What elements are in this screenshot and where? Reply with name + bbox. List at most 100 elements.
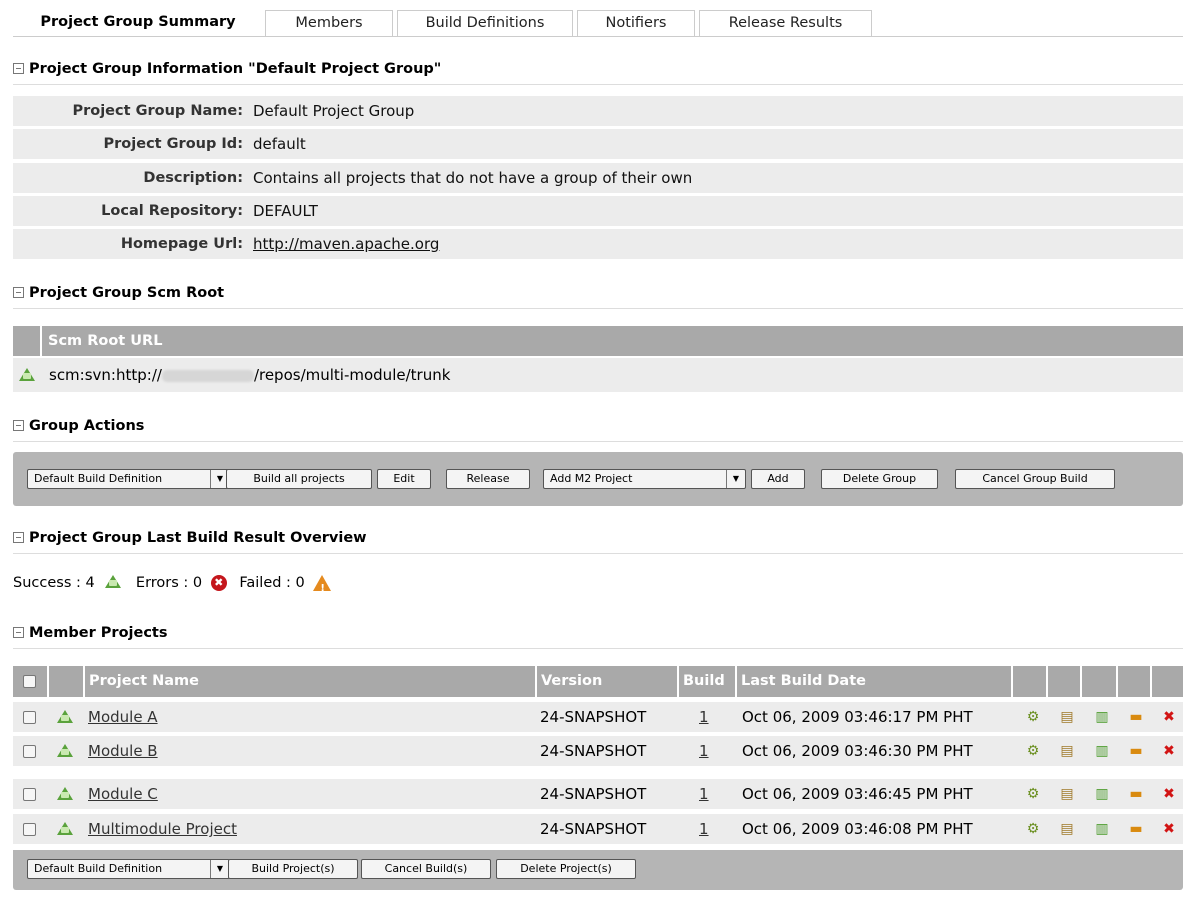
- project-name-link[interactable]: Module C: [88, 779, 158, 809]
- scm-url-suffix: /repos/multi-module/trunk: [253, 366, 451, 384]
- version-cell: 24-SNAPSHOT: [540, 708, 647, 726]
- build-number-link[interactable]: 1: [699, 736, 709, 766]
- collapse-icon[interactable]: [13, 63, 24, 74]
- select-all-checkbox[interactable]: [23, 675, 36, 688]
- error-icon: ✖: [210, 575, 227, 591]
- header-select-cell: [13, 666, 47, 697]
- row-checkbox[interactable]: [23, 745, 36, 758]
- section-header-scm[interactable]: Project Group Scm Root: [13, 284, 1183, 309]
- build-all-button[interactable]: Build all projects: [226, 469, 372, 489]
- build-now-icon[interactable]: ⚙: [1024, 743, 1042, 759]
- delete-group-button[interactable]: Delete Group: [821, 469, 938, 489]
- project-name-link[interactable]: Module A: [88, 702, 158, 732]
- section-header-members[interactable]: Member Projects: [13, 624, 1183, 649]
- build-history-icon[interactable]: ▤: [1058, 821, 1076, 837]
- cancel-group-build-button[interactable]: Cancel Group Build: [955, 469, 1115, 489]
- last-build-date-cell: Oct 06, 2009 03:46:08 PM PHT: [742, 820, 973, 838]
- tab-project-group-summary[interactable]: Project Group Summary: [13, 10, 263, 36]
- last-build-date-cell: Oct 06, 2009 03:46:17 PM PHT: [742, 708, 973, 726]
- row-checkbox[interactable]: [23, 788, 36, 801]
- version-cell: 24-SNAPSHOT: [540, 785, 647, 803]
- collapse-icon[interactable]: [13, 287, 24, 298]
- build-number-link[interactable]: 1: [699, 702, 709, 732]
- delete-projects-button[interactable]: Delete Project(s): [496, 859, 636, 879]
- section-header-info[interactable]: Project Group Information "Default Proje…: [13, 60, 1183, 85]
- build-now-icon[interactable]: ⚙: [1024, 709, 1042, 725]
- select-value: Default Build Definition: [34, 862, 163, 875]
- build-number-link[interactable]: 1: [699, 779, 709, 809]
- row-checkbox[interactable]: [23, 823, 36, 836]
- header-action-cell: [1013, 666, 1046, 697]
- info-value: DEFAULT: [253, 202, 318, 220]
- project-name-link[interactable]: Module B: [88, 736, 158, 766]
- tab-build-definitions[interactable]: Build Definitions: [397, 10, 573, 36]
- section-title: Project Group Scm Root: [29, 285, 225, 301]
- scm-url: scm:svn:http:// /repos/multi-module/trunk: [49, 358, 450, 392]
- header-version[interactable]: Version: [537, 666, 677, 697]
- tab-members[interactable]: Members: [265, 10, 393, 36]
- build-now-icon[interactable]: ⚙: [1024, 821, 1042, 837]
- error-count: Errors : 0: [135, 575, 203, 591]
- working-copy-icon[interactable]: ▥: [1093, 786, 1111, 802]
- tab-notifiers[interactable]: Notifiers: [577, 10, 695, 36]
- header-build[interactable]: Build: [679, 666, 735, 697]
- section-title: Member Projects: [29, 625, 168, 641]
- working-copy-icon[interactable]: ▥: [1093, 709, 1111, 725]
- tab-bar: Project Group Summary Members Build Defi…: [13, 8, 1183, 37]
- build-definition-select[interactable]: Default Build Definition ▼: [27, 859, 230, 879]
- scm-url-prefix: scm:svn:http://: [49, 366, 162, 384]
- working-copy-icon[interactable]: ▥: [1093, 821, 1111, 837]
- build-history-icon[interactable]: ▤: [1058, 743, 1076, 759]
- group-actions-toolbar: Default Build Definition ▼ Build all proj…: [13, 452, 1183, 506]
- info-label: Project Group Id:: [103, 136, 243, 152]
- delete-icon[interactable]: ✖: [1160, 709, 1178, 725]
- row-checkbox[interactable]: [23, 711, 36, 724]
- version-cell: 24-SNAPSHOT: [540, 820, 647, 838]
- add-project-select[interactable]: Add M2 Project ▼: [543, 469, 746, 489]
- release-button[interactable]: Release: [446, 469, 530, 489]
- section-header-actions[interactable]: Group Actions: [13, 417, 1183, 442]
- build-definition-select[interactable]: Default Build Definition ▼: [27, 469, 230, 489]
- tab-release-results[interactable]: Release Results: [699, 10, 872, 36]
- header-last-build-date[interactable]: Last Build Date: [737, 666, 1011, 697]
- build-number-link[interactable]: 1: [699, 814, 709, 844]
- collapse-icon[interactable]: [13, 532, 24, 543]
- delete-icon[interactable]: ✖: [1160, 821, 1178, 837]
- info-row-description: Description: Contains all projects that …: [13, 163, 1183, 193]
- header-project-name[interactable]: Project Name: [85, 666, 535, 697]
- release-icon[interactable]: ▬: [1127, 821, 1145, 837]
- release-icon[interactable]: ▬: [1127, 743, 1145, 759]
- edit-button[interactable]: Edit: [377, 469, 431, 489]
- last-build-date-cell: Oct 06, 2009 03:46:30 PM PHT: [742, 742, 973, 760]
- section-title: Project Group Last Build Result Overview: [29, 530, 367, 546]
- working-copy-icon[interactable]: ▥: [1093, 743, 1111, 759]
- homepage-link[interactable]: http://maven.apache.org: [253, 229, 439, 259]
- build-projects-button[interactable]: Build Project(s): [228, 859, 358, 879]
- build-history-icon[interactable]: ▤: [1058, 709, 1076, 725]
- delete-icon[interactable]: ✖: [1160, 786, 1178, 802]
- table-row: Multimodule Project 24-SNAPSHOT 1 Oct 06…: [13, 814, 1183, 844]
- section-title: Group Actions: [29, 418, 145, 434]
- project-name-link[interactable]: Multimodule Project: [88, 814, 237, 844]
- last-build-date-cell: Oct 06, 2009 03:46:45 PM PHT: [742, 785, 973, 803]
- warning-icon: [313, 575, 332, 600]
- build-history-icon[interactable]: ▤: [1058, 786, 1076, 802]
- collapse-icon[interactable]: [13, 627, 24, 638]
- info-row-name: Project Group Name: Default Project Grou…: [13, 96, 1183, 126]
- release-icon[interactable]: ▬: [1127, 786, 1145, 802]
- header-action-cell: [1152, 666, 1183, 697]
- add-button[interactable]: Add: [751, 469, 805, 489]
- redacted-host: [161, 369, 254, 382]
- release-icon[interactable]: ▬: [1127, 709, 1145, 725]
- success-icon: [57, 787, 73, 800]
- cancel-builds-button[interactable]: Cancel Build(s): [361, 859, 491, 879]
- success-icon: [57, 710, 73, 723]
- build-now-icon[interactable]: ⚙: [1024, 786, 1042, 802]
- collapse-icon[interactable]: [13, 420, 24, 431]
- chevron-down-icon: ▼: [726, 470, 745, 488]
- info-label: Description:: [143, 170, 243, 186]
- section-header-overview[interactable]: Project Group Last Build Result Overview: [13, 529, 1183, 554]
- delete-icon[interactable]: ✖: [1160, 743, 1178, 759]
- select-value: Add M2 Project: [550, 472, 633, 485]
- info-row-id: Project Group Id: default: [13, 129, 1183, 159]
